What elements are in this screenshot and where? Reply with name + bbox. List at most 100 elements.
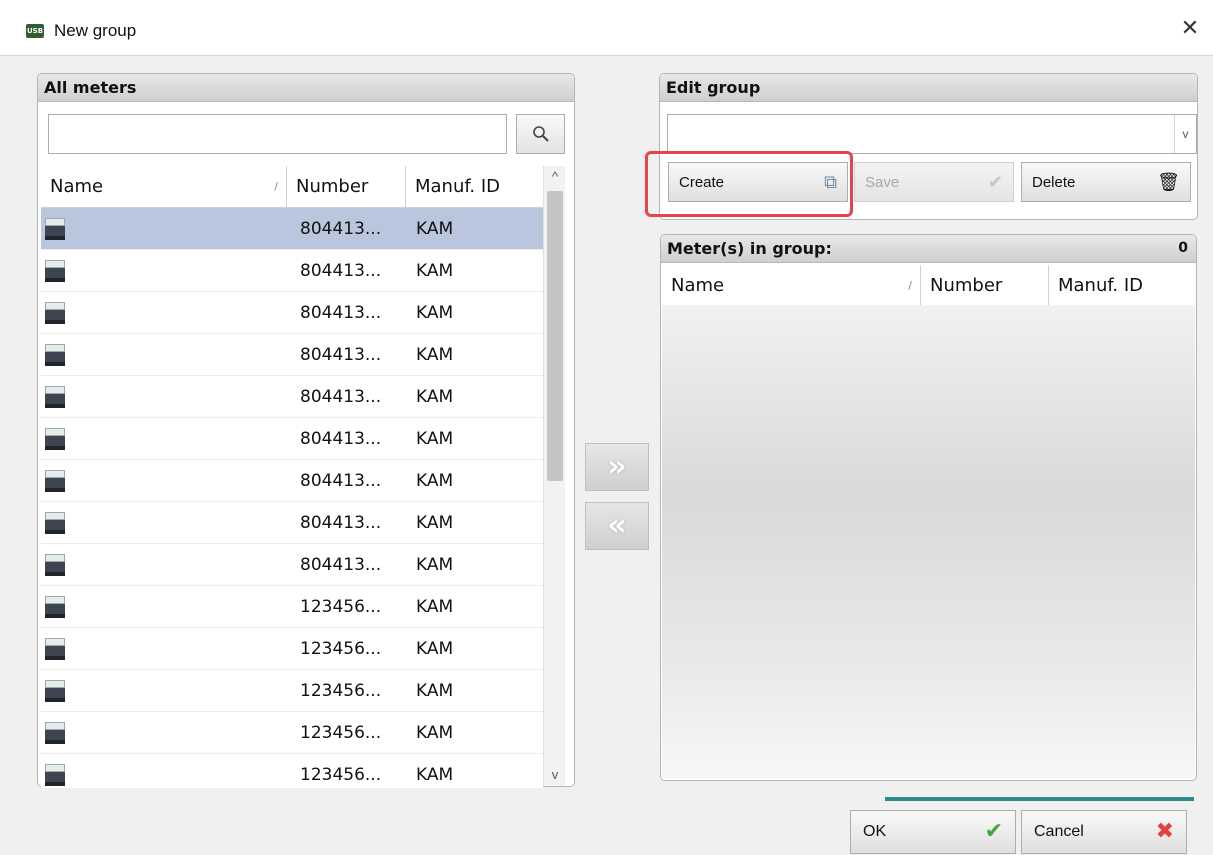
row-number: 123456... <box>300 723 382 743</box>
row-name-cell <box>41 292 287 333</box>
row-number: 804413... <box>300 345 382 365</box>
meter-icon <box>45 511 65 534</box>
column-manuf-id[interactable]: Manuf. ID <box>406 166 543 208</box>
group-table-header: Name / Number Manuf. ID <box>662 265 1195 307</box>
row-manuf-id: KAM <box>416 303 454 323</box>
row-name-cell <box>41 754 287 788</box>
group-select[interactable]: v <box>667 114 1197 154</box>
meter-icon <box>45 679 65 702</box>
app-icon: USB <box>26 24 44 38</box>
row-manuf-id: KAM <box>416 555 454 575</box>
group-column-number[interactable]: Number <box>921 265 1049 307</box>
ok-button[interactable]: OK ✔ <box>850 810 1016 854</box>
remove-from-group-button[interactable]: « <box>585 502 649 550</box>
row-name-cell <box>41 586 287 627</box>
row-number: 804413... <box>300 555 382 575</box>
table-row[interactable]: 804413... KAM <box>41 460 543 502</box>
scroll-thumb[interactable] <box>547 191 563 481</box>
add-to-group-button[interactable]: » <box>585 443 649 491</box>
row-manuf-id: KAM <box>416 261 454 281</box>
sort-icon: / <box>274 180 278 193</box>
row-number: 123456... <box>300 597 382 617</box>
title-bar: USB New group ✕ <box>0 0 1213 56</box>
row-name-cell <box>41 712 287 753</box>
row-number: 804413... <box>300 261 382 281</box>
search-input[interactable] <box>48 114 507 154</box>
meters-in-group-count: 0 <box>1178 240 1188 256</box>
chevron-down-icon[interactable]: v <box>1174 115 1196 153</box>
vertical-scrollbar[interactable]: ^ v <box>543 166 565 786</box>
meter-icon <box>45 595 65 618</box>
row-name-cell <box>41 334 287 375</box>
row-name-cell <box>41 250 287 291</box>
column-name-label: Name <box>50 176 104 197</box>
search-icon <box>532 126 549 142</box>
table-row[interactable]: 123456... KAM <box>41 670 543 712</box>
meter-icon <box>45 427 65 450</box>
search-button[interactable] <box>516 114 565 154</box>
row-name-cell <box>41 418 287 459</box>
table-row[interactable]: 804413... KAM <box>41 334 543 376</box>
table-row[interactable]: 804413... KAM <box>41 418 543 460</box>
meter-icon <box>45 637 65 660</box>
delete-button[interactable]: Delete 🗑 <box>1021 162 1191 202</box>
row-manuf-id: KAM <box>416 513 454 533</box>
cancel-button[interactable]: Cancel ✖ <box>1021 810 1187 854</box>
meter-icon <box>45 553 65 576</box>
all-meters-header: All meters <box>38 74 574 102</box>
meters-in-group-header: Meter(s) in group: 0 <box>661 235 1196 263</box>
row-number: 804413... <box>300 471 382 491</box>
table-row[interactable]: 123456... KAM <box>41 628 543 670</box>
trash-icon: 🗑 <box>1157 172 1180 193</box>
ok-button-label: OK <box>863 823 887 840</box>
group-column-name[interactable]: Name / <box>662 265 921 307</box>
row-manuf-id: KAM <box>416 429 454 449</box>
row-number: 804413... <box>300 513 382 533</box>
table-row[interactable]: 804413... KAM <box>41 502 543 544</box>
row-manuf-id: KAM <box>416 597 454 617</box>
group-column-manuf-id[interactable]: Manuf. ID <box>1049 265 1195 307</box>
table-row[interactable]: 804413... KAM <box>41 376 543 418</box>
cancel-icon: ✖ <box>1155 819 1174 844</box>
table-row[interactable]: 123456... KAM <box>41 754 543 788</box>
row-manuf-id: KAM <box>416 387 454 407</box>
save-button[interactable]: Save ✔ <box>854 162 1014 202</box>
table-row[interactable]: 123456... KAM <box>41 712 543 754</box>
table-row[interactable]: 804413... KAM <box>41 208 543 250</box>
row-name-cell <box>41 460 287 501</box>
all-meters-panel: All meters Name / Number Manuf. ID 80441… <box>37 73 575 788</box>
row-manuf-id: KAM <box>416 681 454 701</box>
meter-icon <box>45 385 65 408</box>
sort-icon: / <box>908 279 912 292</box>
meter-icon <box>45 259 65 282</box>
row-number: 123456... <box>300 765 382 785</box>
all-meters-table-header: Name / Number Manuf. ID <box>41 166 543 208</box>
delete-button-label: Delete <box>1032 174 1076 191</box>
close-icon[interactable]: ✕ <box>1176 14 1204 44</box>
table-row[interactable]: 804413... KAM <box>41 544 543 586</box>
meter-icon <box>45 763 65 786</box>
scroll-down-icon[interactable]: v <box>544 764 566 786</box>
row-manuf-id: KAM <box>416 765 454 785</box>
edit-group-header: Edit group <box>660 74 1197 102</box>
all-meters-list: 804413... KAM 804413... KAM 804413... KAM 8044… <box>41 208 543 788</box>
row-manuf-id: KAM <box>416 639 454 659</box>
meter-icon <box>45 301 65 324</box>
row-number: 123456... <box>300 639 382 659</box>
group-column-name-label: Name <box>671 275 725 296</box>
column-name[interactable]: Name / <box>41 166 287 208</box>
row-manuf-id: KAM <box>416 471 454 491</box>
table-row[interactable]: 123456... KAM <box>41 586 543 628</box>
table-row[interactable]: 804413... KAM <box>41 250 543 292</box>
row-manuf-id: KAM <box>416 345 454 365</box>
column-number[interactable]: Number <box>287 166 406 208</box>
save-button-label: Save <box>865 174 900 191</box>
row-number: 804413... <box>300 429 382 449</box>
row-manuf-id: KAM <box>416 723 454 743</box>
row-number: 804413... <box>300 303 382 323</box>
table-row[interactable]: 804413... KAM <box>41 292 543 334</box>
group-meters-list <box>662 305 1195 778</box>
row-number: 804413... <box>300 387 382 407</box>
scroll-up-icon[interactable]: ^ <box>544 166 566 188</box>
meters-in-group-panel: Meter(s) in group: 0 Name / Number Manuf… <box>660 234 1197 781</box>
